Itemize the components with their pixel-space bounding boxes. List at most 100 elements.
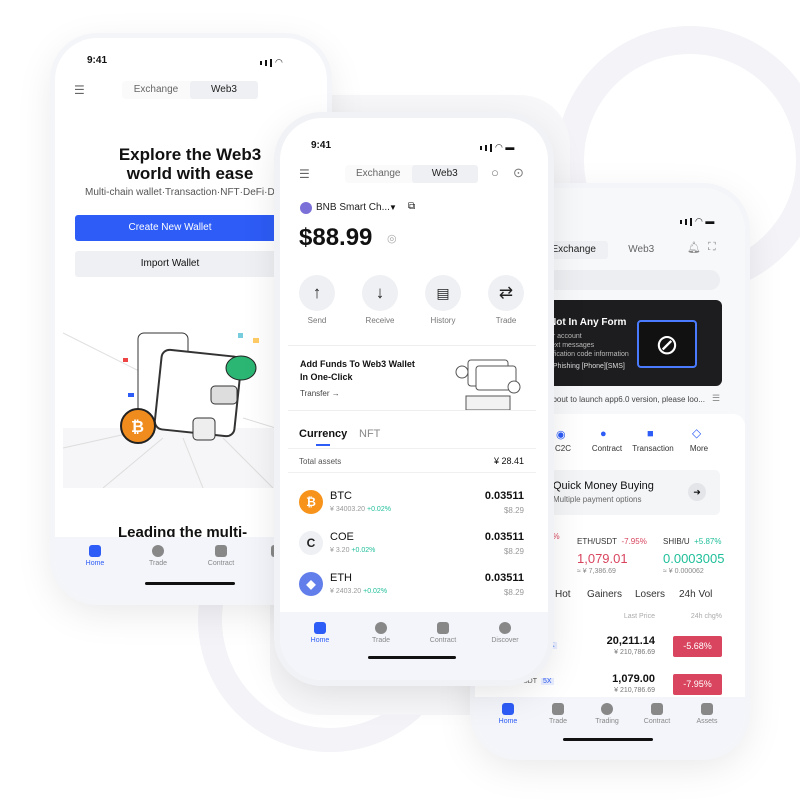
ticker-change: -7.95% xyxy=(621,537,647,546)
quick-buy-subtitle: Multiple payment options xyxy=(553,495,642,504)
banner-title-line1: Add Funds To Web3 Wallet xyxy=(300,359,415,369)
quick-buy-card[interactable]: Quick Money Buying Multiple payment opti… xyxy=(540,470,720,515)
row-price: 20,211.14 xyxy=(606,635,655,647)
send-button[interactable]: ↑ xyxy=(299,275,335,311)
more-icon: ◇ xyxy=(692,426,702,440)
asset-change: +0.02% xyxy=(363,588,388,595)
tab-trade[interactable]: Trade xyxy=(133,545,183,567)
signal-icon: ◠ ▬ xyxy=(480,142,514,153)
trade-button[interactable]: ⇄ xyxy=(488,275,524,311)
banner-title: Not In Any Form xyxy=(549,317,627,328)
tab-currency[interactable]: Currency xyxy=(299,428,347,440)
arrow-right-icon[interactable]: ➜ xyxy=(688,483,706,501)
active-tab-underline xyxy=(316,444,330,446)
home-icon xyxy=(89,545,101,557)
asset-symbol: COE xyxy=(330,531,354,543)
tab-nft[interactable]: NFT xyxy=(359,428,380,440)
caret-down-icon[interactable]: ▼ xyxy=(389,203,397,212)
history-button[interactable]: ▤ xyxy=(425,275,461,311)
tab-contract[interactable]: Contract xyxy=(418,622,468,644)
tab-exchange[interactable]: Exchange xyxy=(345,165,412,183)
asset-price: ¥ 3.20 xyxy=(330,547,350,554)
asset-amount: 0.03511 xyxy=(484,572,524,584)
create-wallet-button[interactable]: Create New Wallet xyxy=(75,215,305,241)
tab-contract[interactable]: Contract xyxy=(632,703,682,725)
transfer-link[interactable]: Transfer → xyxy=(300,389,340,398)
receive-button[interactable]: ↓ xyxy=(362,275,398,311)
tab-assets[interactable]: Assets xyxy=(682,703,732,725)
asset-usd-value: $8.29 xyxy=(503,547,524,556)
status-time: 9:41 xyxy=(311,140,332,151)
asset-price: ¥ 2403.20 xyxy=(330,588,362,595)
tab-web3[interactable]: Web3 xyxy=(190,81,258,99)
menu-settings-icon[interactable]: ☰ xyxy=(74,83,85,97)
asset-symbol: BTC xyxy=(330,490,352,502)
banner-line: or account xyxy=(549,333,582,340)
status-time: 9:41 xyxy=(87,55,108,66)
ticker-shib[interactable]: SHIB/U +5.87% 0.0003005 ≈ ¥ 0.000062 xyxy=(663,531,724,575)
market-tab-losers[interactable]: Losers xyxy=(635,589,665,600)
tab-home-label: Home xyxy=(85,560,105,567)
row-price: 1,079.00 xyxy=(612,673,655,685)
bell-icon[interactable]: 🔔︎ xyxy=(687,241,701,254)
tab-trade[interactable]: Trade xyxy=(356,622,406,644)
target-icon[interactable]: ⊙ xyxy=(513,165,524,181)
ticker-price: 1,079.01 xyxy=(577,551,628,566)
tab-web3[interactable]: Web3 xyxy=(608,241,676,259)
tab-contract[interactable]: Contract xyxy=(196,545,246,567)
home-indicator xyxy=(145,582,235,585)
list-icon[interactable]: ☰ xyxy=(712,393,720,404)
asset-row[interactable]: ◆ ETH ¥ 2403.20 +0.02% 0.03511 $8.29 xyxy=(280,570,548,606)
network-selector[interactable]: BNB Smart Ch... xyxy=(316,202,390,213)
mode-segment: Exchange Web3 xyxy=(122,81,258,99)
market-tab-24h-vol[interactable]: 24h Vol xyxy=(679,589,712,600)
menu-settings-icon[interactable]: ☰ xyxy=(299,167,310,181)
tab-trading[interactable]: Trading xyxy=(582,703,632,725)
history-label: History xyxy=(430,316,456,325)
banner-title-line2: In One-Click xyxy=(300,372,353,382)
ticker-eth[interactable]: ETH/USDT -7.95% 1,079.01 ≈ ¥ 7,386.69 xyxy=(577,531,647,575)
asset-row[interactable]: ₿ BTC ¥ 34003.20 +0.02% 0.03511 $8.29 xyxy=(280,488,548,524)
bitcoin-icon: ₿ xyxy=(299,490,323,514)
tab-contract-label: Contract xyxy=(643,718,671,725)
svg-text:₿: ₿ xyxy=(131,418,144,436)
eye-icon[interactable]: ◎ xyxy=(387,232,397,245)
wallet-icon xyxy=(701,703,713,715)
shortcut-more[interactable]: More xyxy=(669,444,729,453)
etf-icon: ● xyxy=(600,428,607,440)
tab-discover[interactable]: Discover xyxy=(480,622,530,644)
ticker-pair: SHIB/U xyxy=(663,537,690,546)
scan-icon[interactable]: ⛶ xyxy=(708,241,716,254)
search-icon[interactable]: ○ xyxy=(491,165,499,180)
tab-trade[interactable]: Trade xyxy=(533,703,583,725)
tab-home[interactable]: Home xyxy=(70,545,120,567)
tab-web3[interactable]: Web3 xyxy=(411,165,478,183)
asset-row[interactable]: C COE ¥ 3.20 +0.02% 0.03511 $8.29 xyxy=(280,529,548,565)
swap-icon: ⇄ xyxy=(498,283,514,302)
tab-exchange[interactable]: Exchange xyxy=(540,241,608,259)
signal-icon: ◠ ▬ xyxy=(680,216,714,227)
row-cny: ¥ 210,786.69 xyxy=(614,687,655,694)
trading-icon xyxy=(601,703,613,715)
market-tab-gainers[interactable]: Gainers xyxy=(587,589,622,600)
notice-text[interactable]: about to launch app6.0 version, please l… xyxy=(548,395,705,404)
ticker-price: 0.0003005 xyxy=(663,551,725,566)
column-24h-change: 24h chg% xyxy=(690,613,722,620)
trade-label: Trade xyxy=(495,316,517,325)
banner-line: text messages xyxy=(549,342,595,349)
import-wallet-button[interactable]: Import Wallet xyxy=(75,251,305,277)
import-wallet-label: Import Wallet xyxy=(140,258,200,269)
add-funds-banner[interactable]: Add Funds To Web3 Wallet In One-Click Tr… xyxy=(288,346,536,410)
tab-exchange[interactable]: Exchange xyxy=(122,81,190,99)
tab-trading-label: Trading xyxy=(595,718,619,725)
tab-home-label: Home xyxy=(310,637,330,644)
market-tab-hot[interactable]: Hot xyxy=(555,589,571,600)
tab-contract-label: Contract xyxy=(207,560,235,567)
tab-home-label: Home xyxy=(498,718,518,725)
total-assets-row: Total assets ¥ 28.41 xyxy=(288,448,536,473)
copy-icon[interactable]: ⧉ xyxy=(408,201,415,212)
leverage-badge: X xyxy=(548,642,557,649)
tab-home[interactable]: Home xyxy=(483,703,533,725)
home-icon xyxy=(502,703,514,715)
tab-home[interactable]: Home xyxy=(295,622,345,644)
